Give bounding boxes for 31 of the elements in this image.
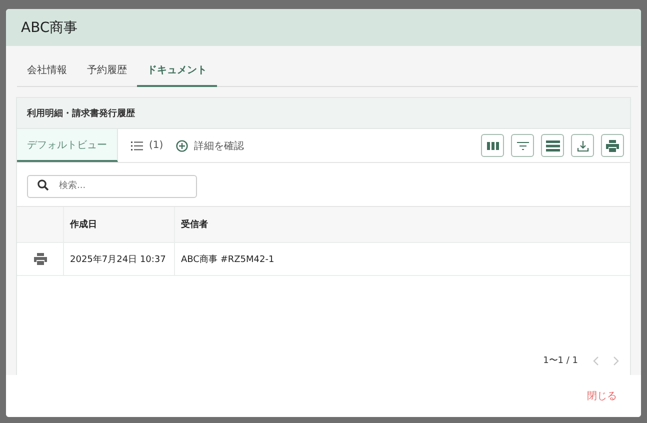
filter-icon (516, 140, 528, 150)
chevron-left-icon (592, 356, 599, 366)
columns-icon (486, 140, 498, 150)
printer-icon (34, 253, 46, 265)
plus-circle-icon (176, 140, 188, 152)
list-icon (131, 140, 143, 150)
search-field[interactable]: 検索... (27, 174, 197, 198)
tab[interactable]: 会社情報 (17, 54, 77, 87)
menu-icon (546, 140, 560, 152)
search-icon (37, 178, 49, 190)
download-button[interactable] (571, 134, 594, 157)
chevron-right-icon (613, 356, 620, 366)
section-title: 利用明細・請求書発行履歴 (27, 107, 135, 120)
page-range: 1〜1 / 1 (543, 355, 578, 367)
printer-icon (606, 140, 619, 152)
columns-button[interactable] (481, 134, 504, 157)
table-cell: 2025年7月24日 10:37 (64, 243, 175, 275)
filter-button[interactable] (511, 134, 534, 157)
print-button[interactable] (601, 134, 624, 157)
table-cell-text: ABC商事 #RZ5M42-1 (180, 254, 276, 266)
filter-list-button[interactable]: (1) (118, 140, 164, 151)
details-button[interactable]: 詳細を確認 (163, 138, 244, 152)
tab[interactable]: ドキュメント (137, 54, 217, 87)
download-icon (576, 140, 588, 152)
column-header: 受信者 (180, 218, 209, 232)
density-button[interactable] (541, 134, 564, 157)
dialog-title: ABC商事 (21, 18, 78, 36)
print-row-button[interactable] (34, 253, 46, 265)
tab[interactable]: 予約履歴 (77, 54, 137, 87)
view-tab[interactable]: デフォルトビュー (17, 129, 118, 162)
column-header: 作成日 (64, 207, 175, 242)
